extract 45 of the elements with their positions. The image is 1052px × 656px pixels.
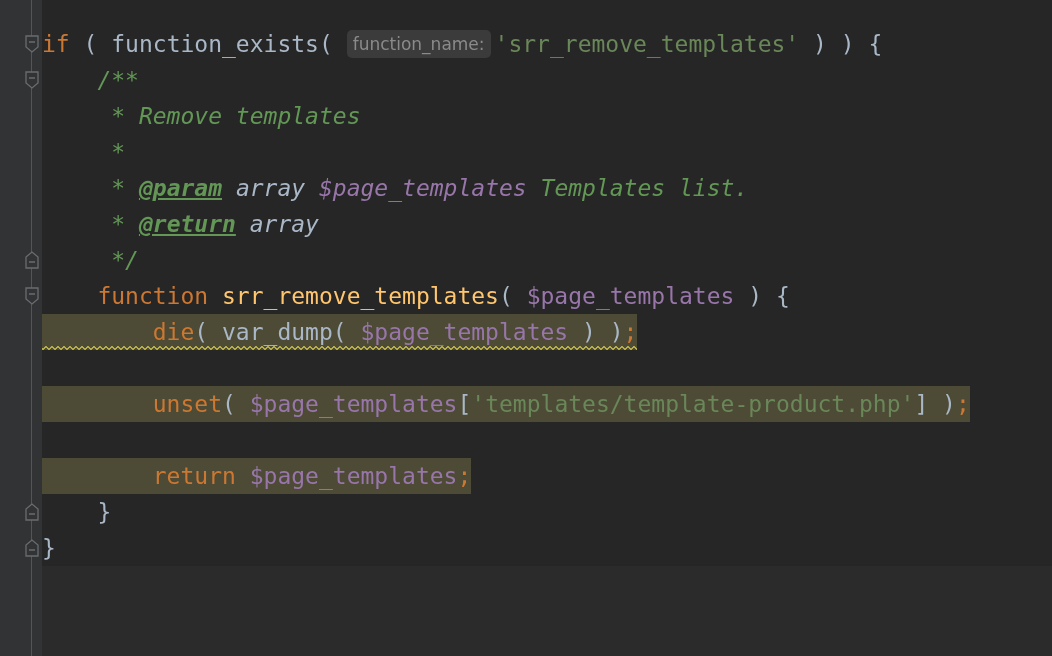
keyword: die	[151, 318, 195, 347]
keyword: ;	[623, 318, 638, 347]
doc-tag: @return	[138, 209, 236, 239]
doc-type: array	[248, 210, 319, 239]
code-text: (	[222, 390, 237, 419]
fold-icon[interactable]	[25, 287, 39, 305]
keyword: unset	[151, 390, 222, 419]
fold-icon[interactable]	[25, 35, 39, 53]
string-literal: 'templates/template-product.php'	[471, 390, 915, 419]
code-text: (	[498, 282, 514, 311]
comment-text: * Remove templates	[110, 102, 361, 131]
keyword: ;	[457, 462, 472, 491]
code-text: ( var_dump(	[194, 318, 348, 347]
variable: $page_templates	[526, 282, 735, 311]
code-text: ) {	[747, 282, 790, 311]
keyword: if	[42, 30, 70, 59]
keyword: return	[151, 462, 236, 491]
keyword: ;	[955, 390, 970, 419]
fold-icon[interactable]	[25, 71, 39, 89]
keyword: function	[96, 282, 209, 311]
variable: $page_templates	[249, 390, 458, 419]
comment-text: *	[110, 174, 127, 203]
code-text: ] )	[914, 390, 956, 419]
code-text: [	[457, 390, 472, 419]
doc-variable: $page_templates	[318, 174, 527, 203]
variable: $page_templates	[360, 318, 569, 347]
comment-text: */	[110, 246, 139, 275]
doc-tag: @param	[138, 173, 223, 203]
code-text: ) )	[581, 318, 624, 347]
parameter-hint: function_name:	[346, 30, 491, 58]
code-text: }	[96, 498, 112, 527]
comment-text: Templates list.	[539, 174, 749, 203]
string-literal: 'srr_remove_templates'	[494, 30, 800, 59]
comment-text: *	[110, 210, 127, 239]
doc-type: array	[234, 174, 307, 203]
function-name: srr_remove_templates	[221, 282, 499, 311]
code-text: }	[42, 534, 56, 563]
fold-icon[interactable]	[25, 539, 39, 557]
comment-text: /**	[96, 66, 139, 95]
comment-text: *	[110, 138, 126, 167]
fold-icon[interactable]	[25, 251, 39, 269]
fold-icon[interactable]	[25, 503, 39, 521]
code-text: ( function_exists(	[82, 30, 334, 59]
code-text: ) ) {	[812, 30, 883, 59]
variable: $page_templates	[248, 462, 458, 491]
